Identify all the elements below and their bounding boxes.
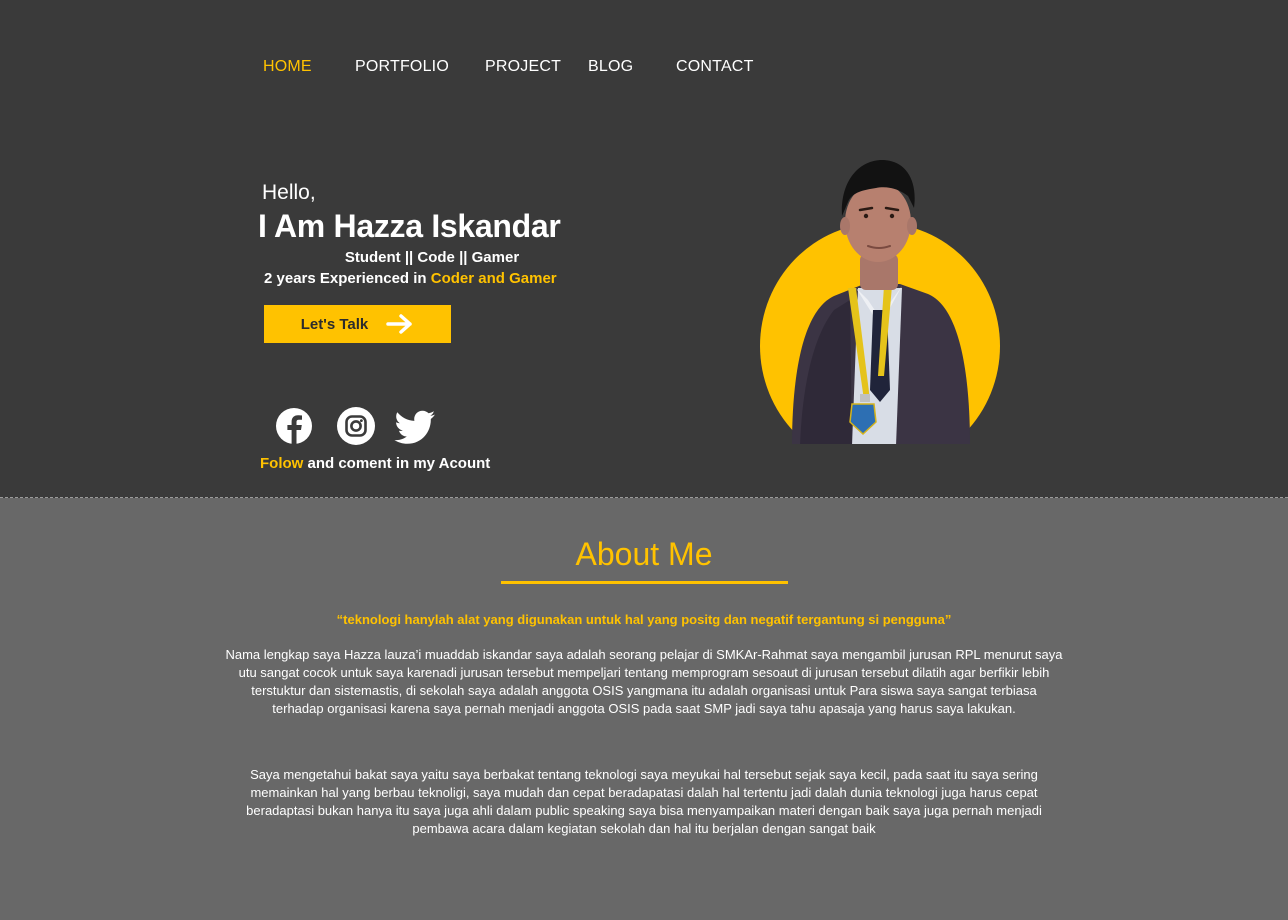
instagram-icon[interactable]	[336, 406, 376, 446]
nav-portfolio-link[interactable]: PORTFOLIO	[355, 58, 449, 76]
twitter-icon[interactable]	[393, 406, 437, 446]
experience-prefix: 2 years Experienced in	[264, 270, 431, 287]
nav-home-link[interactable]: HOME	[263, 58, 312, 76]
greeting-text: Hello,	[262, 181, 316, 204]
hero-name-heading: I Am Hazza Iskandar	[258, 208, 561, 244]
experience-text: 2 years Experienced in Coder and Gamer	[264, 270, 557, 287]
about-title-underline	[501, 581, 788, 584]
facebook-icon[interactable]	[275, 406, 313, 446]
experience-highlight: Coder and Gamer	[430, 270, 557, 287]
lets-talk-button[interactable]: Let's Talk	[264, 305, 451, 343]
profile-photo	[760, 160, 1000, 444]
about-paragraph-1: Nama lengkap saya Hazza lauza’i muaddab …	[225, 647, 1063, 716]
follow-text: Folow and coment in my Acount	[260, 455, 490, 472]
lets-talk-label: Let's Talk	[300, 315, 369, 333]
roles-text: Student || Code || Gamer	[344, 249, 520, 266]
about-quote: “teknologi hanylah alat yang digunakan u…	[336, 612, 952, 627]
hero-section: HOME PORTFOLIO PROJECT BLOG CONTACT Hell…	[0, 0, 1288, 498]
follow-highlight: Folow	[260, 455, 304, 472]
nav-contact-link[interactable]: CONTACT	[676, 58, 754, 76]
follow-rest: and coment in my Acount	[303, 455, 491, 472]
about-title: About Me	[575, 536, 713, 572]
about-paragraph-2: Saya mengetahui bakat saya yaitu saya be…	[246, 767, 1042, 836]
nav-project-link[interactable]: PROJECT	[485, 58, 561, 76]
arrow-right-icon	[386, 314, 412, 334]
nav-blog-link[interactable]: BLOG	[588, 58, 633, 76]
